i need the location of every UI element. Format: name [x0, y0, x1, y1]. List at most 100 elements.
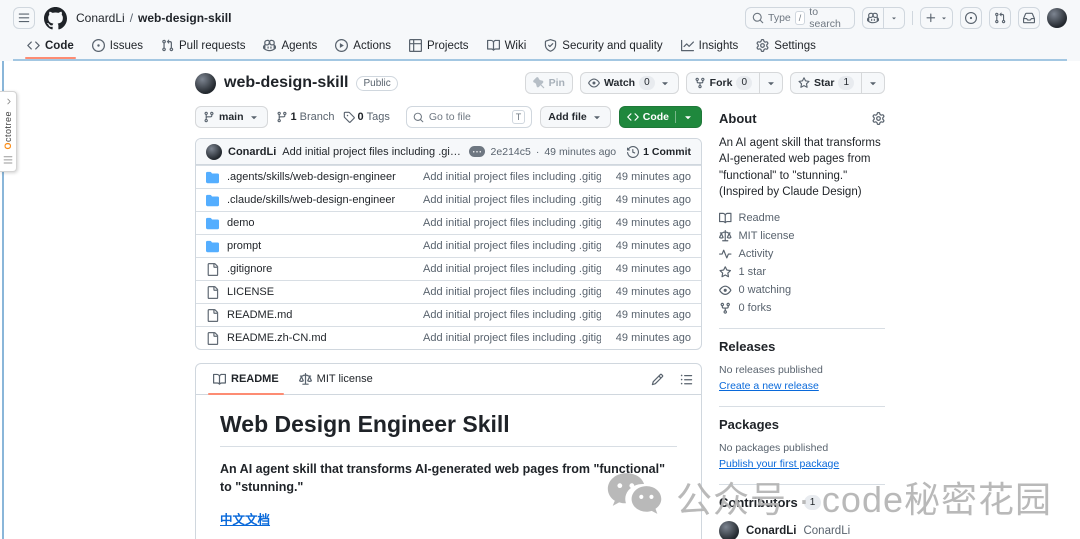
about-meta-item-1-star[interactable]: 1 star — [719, 265, 885, 279]
go-to-file-input[interactable]: Go to file T — [405, 106, 533, 128]
file-name-link[interactable]: README.md — [227, 309, 415, 321]
breadcrumb-repo[interactable]: web-design-skill — [138, 11, 231, 25]
repo-nav-tab-agents[interactable]: Agents — [255, 33, 325, 59]
breadcrumb-owner[interactable]: ConardLi — [76, 11, 125, 25]
pull-requests-button[interactable] — [989, 7, 1011, 29]
about-meta-item-readme[interactable]: Readme — [719, 212, 885, 225]
packages-heading[interactable]: Packages — [719, 417, 779, 432]
file-commit-message-link[interactable]: Add initial project files including .git… — [423, 240, 601, 252]
github-logo[interactable] — [44, 6, 67, 30]
pr-icon — [161, 39, 174, 52]
gear-icon[interactable] — [872, 112, 885, 125]
star-button[interactable]: Star 1 — [790, 72, 862, 94]
file-commit-message-link[interactable]: Add initial project files including .git… — [423, 263, 601, 275]
contributor-avatar[interactable] — [719, 520, 739, 539]
issues-button[interactable] — [960, 7, 982, 29]
file-commit-message-link[interactable]: Add initial project files including .git… — [423, 286, 601, 298]
octotree-extension-tab[interactable]: Octotree — [0, 91, 17, 172]
inbox-button[interactable] — [1018, 7, 1040, 29]
contributor-username[interactable]: ConardLi — [746, 525, 796, 537]
table-row-readme-zh-cn-md[interactable]: README.zh-CN.md Add initial project file… — [196, 326, 701, 349]
commit-author-link[interactable]: ConardLi — [228, 146, 276, 158]
dot-separator: · — [535, 145, 540, 158]
file-name-link[interactable]: README.zh-CN.md — [227, 332, 415, 344]
create-release-link[interactable]: Create a new release — [719, 380, 885, 392]
table-row-prompt[interactable]: prompt Add initial project files includi… — [196, 234, 701, 257]
readme-tab-readme[interactable]: README — [204, 364, 288, 395]
pin-icon — [532, 77, 545, 89]
copilot-button-group — [862, 7, 905, 29]
repo-nav-tab-security-and-quality[interactable]: Security and quality — [536, 33, 670, 59]
table-row-demo[interactable]: demo Add initial project files including… — [196, 211, 701, 234]
chevron-down-icon — [591, 111, 603, 123]
table-row-license[interactable]: LICENSE Add initial project files includ… — [196, 280, 701, 303]
file-commit-message-link[interactable]: Add initial project files including .git… — [423, 309, 601, 321]
releases-heading[interactable]: Releases — [719, 339, 775, 354]
about-meta-item-mit-license[interactable]: MIT license — [719, 229, 885, 243]
repo-nav-tab-insights[interactable]: Insights — [673, 33, 747, 59]
file-name-link[interactable]: .gitignore — [227, 263, 415, 275]
fork-button[interactable]: Fork 0 — [685, 72, 760, 94]
file-commit-message-link[interactable]: Add initial project files including .git… — [423, 217, 601, 229]
about-meta-item-0-forks[interactable]: 0 forks — [719, 302, 885, 315]
file-name-link[interactable]: LICENSE — [227, 286, 415, 298]
fork-dropdown-button[interactable] — [759, 72, 783, 94]
repo-nav-tab-pull-requests[interactable]: Pull requests — [153, 33, 253, 59]
repo-nav-tab-code[interactable]: Code — [19, 33, 82, 59]
commit-author-avatar[interactable] — [206, 143, 222, 160]
commit-message-link[interactable]: Add initial project files including .git… — [282, 146, 462, 158]
repo-owner-avatar[interactable] — [195, 72, 216, 94]
slash-key-hint: / — [794, 11, 806, 25]
repo-nav-tab-wiki[interactable]: Wiki — [479, 33, 535, 59]
contributors-count: 1 — [803, 494, 822, 510]
chevron-down-icon — [682, 111, 694, 123]
user-avatar[interactable] — [1047, 8, 1067, 28]
file-name-link[interactable]: .claude/skills/web-design-engineer — [227, 194, 415, 206]
hamburger-icon — [18, 12, 30, 24]
pencil-icon[interactable] — [651, 373, 664, 386]
pin-button[interactable]: Pin — [524, 72, 573, 94]
branch-selector-button[interactable]: main — [195, 106, 268, 128]
file-commit-message-link[interactable]: Add initial project files including .git… — [423, 332, 601, 344]
contributors-heading[interactable]: Contributors — [719, 495, 798, 510]
global-menu-button[interactable] — [13, 7, 35, 29]
table-icon — [409, 39, 423, 52]
commit-message-expand-button[interactable] — [468, 146, 485, 157]
file-commit-message-link[interactable]: Add initial project files including .git… — [423, 194, 601, 206]
about-meta-item-0-watching[interactable]: 0 watching — [719, 284, 885, 297]
repo-nav-tab-projects[interactable]: Projects — [401, 33, 477, 59]
create-new-button[interactable] — [920, 7, 953, 29]
chinese-docs-link[interactable]: 中文文档 — [220, 513, 270, 527]
table-row-readme-md[interactable]: README.md Add initial project files incl… — [196, 303, 701, 326]
table-row-agents-skills-web-design-engineer[interactable]: .agents/skills/web-design-engineer Add i… — [196, 165, 701, 188]
contributors-section: Contributors 1 ConardLi ConardLi — [719, 483, 885, 539]
watch-button[interactable]: Watch 0 — [579, 72, 679, 94]
repo-title[interactable]: web-design-skill — [224, 74, 348, 92]
repo-nav-tab-actions[interactable]: Actions — [327, 33, 399, 59]
outline-list-icon[interactable] — [680, 373, 693, 386]
table-row-claude-skills-web-design-engineer[interactable]: .claude/skills/web-design-engineer Add i… — [196, 188, 701, 211]
about-meta-item-activity[interactable]: Activity — [719, 248, 885, 261]
repo-nav-tab-settings[interactable]: Settings — [748, 33, 824, 59]
file-name-link[interactable]: demo — [227, 217, 415, 229]
star-icon — [798, 77, 810, 89]
repo-nav-tab-issues[interactable]: Issues — [84, 33, 151, 59]
code-button[interactable]: Code — [618, 106, 702, 128]
file-commit-message-link[interactable]: Add initial project files including .git… — [423, 171, 601, 183]
commit-sha-link[interactable]: 2e214c5 — [491, 146, 531, 158]
file-name-link[interactable]: prompt — [227, 240, 415, 252]
tags-link[interactable]: 0 Tags — [343, 111, 390, 123]
file-name-link[interactable]: .agents/skills/web-design-engineer — [227, 171, 415, 183]
git-branch-icon — [276, 111, 288, 123]
publish-package-link[interactable]: Publish your first package — [719, 458, 885, 470]
table-row-gitignore[interactable]: .gitignore Add initial project files inc… — [196, 257, 701, 280]
readme-tab-mit-license[interactable]: MIT license — [290, 364, 382, 394]
commit-history-link[interactable]: 1 Commit — [627, 146, 691, 158]
copilot-dropdown-button[interactable] — [883, 7, 905, 29]
add-file-button[interactable]: Add file — [540, 106, 611, 128]
copilot-button[interactable] — [862, 7, 884, 29]
star-dropdown-button[interactable] — [861, 72, 885, 94]
branches-link[interactable]: 1 Branch — [276, 111, 335, 123]
search-input[interactable]: Type / to search — [745, 6, 855, 30]
chevron-down-icon — [940, 14, 948, 22]
